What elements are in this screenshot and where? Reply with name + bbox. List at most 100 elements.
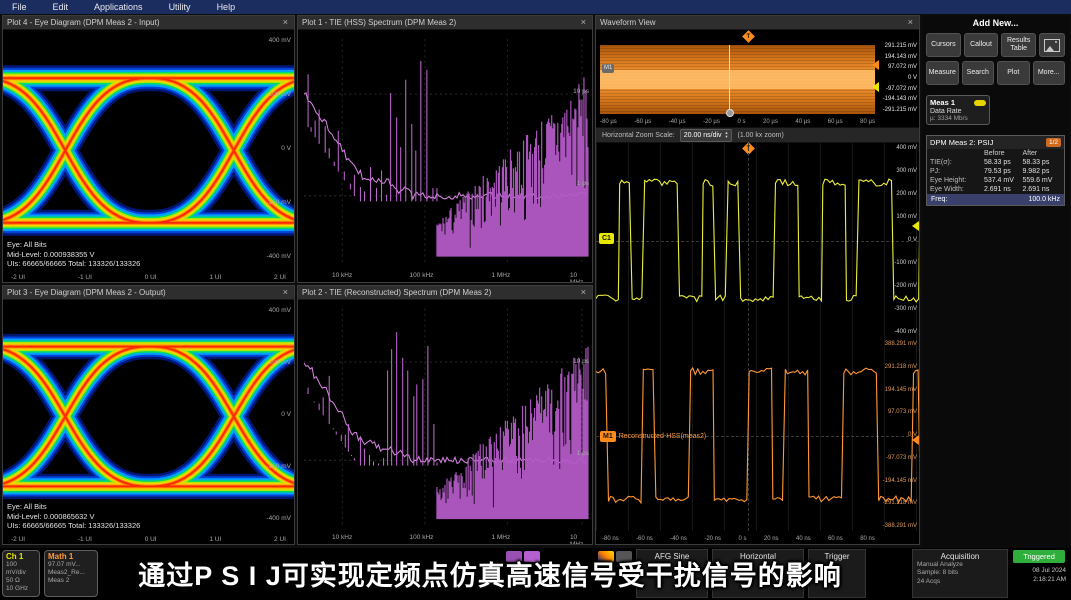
x-tick-label: -2 UI — [11, 275, 25, 282]
time-label: 2:18:21 AM — [1008, 576, 1066, 585]
x-tick-label: 20 µs — [763, 119, 778, 125]
x-tick-label: 2 UI — [274, 537, 286, 544]
x-tick-label: 100 kHz — [410, 534, 434, 541]
horizontal-zoom-bar: Horizontal Zoom Scale: 20.00 ns/div ▲ ▼ … — [596, 127, 919, 143]
menu-help[interactable]: Help — [217, 2, 236, 12]
plot1-header[interactable]: Plot 1 - TIE (HSS) Spectrum (DPM Meas 2)… — [298, 16, 592, 30]
x-tick-label: 10 MHz — [570, 272, 585, 282]
x-tick-label: 2 UI — [274, 275, 286, 282]
channel1-badge[interactable]: Ch 1 100 mV/div50 Ω10 GHz — [2, 550, 40, 597]
overview-source-chip[interactable]: M1 — [602, 64, 614, 73]
x-tick-label: -60 ns — [636, 536, 653, 542]
waveform-view-header[interactable]: Waveform View × — [596, 16, 919, 30]
zoom-slider-knob[interactable] — [726, 109, 734, 117]
trigger-flag-icon[interactable]: T — [742, 30, 755, 43]
x-tick-label: 80 ns — [860, 536, 875, 542]
x-tick-label: 40 ns — [796, 536, 811, 542]
date-label: 08 Jul 2024 — [1008, 567, 1066, 576]
setting-line: Sample: 8 bits — [913, 569, 1007, 577]
setting-line: 97.07 mV... — [48, 561, 94, 569]
plot4-header[interactable]: Plot 4 - Eye Diagram (DPM Meas 2 - Input… — [3, 16, 294, 30]
acquisition-title: Acquisition — [913, 550, 1007, 561]
plot3-header[interactable]: Plot 3 - Eye Diagram (DPM Meas 2 - Outpu… — [3, 286, 294, 300]
callout-button[interactable]: Callout — [964, 33, 999, 57]
menu-edit[interactable]: Edit — [53, 2, 69, 12]
dpm-freq-row[interactable]: Freq: 100.0 kHz — [927, 194, 1064, 205]
results-table-button[interactable]: Results Table — [1001, 33, 1036, 57]
x-tick-label: -60 µs — [634, 119, 651, 125]
x-tick-label: 0 s — [738, 536, 746, 542]
plot1-title: Plot 1 - TIE (HSS) Spectrum (DPM Meas 2) — [302, 18, 456, 27]
waveform-overview: T M1 291.215 mV194.143 mV97.072 mV0 V-97… — [596, 30, 919, 127]
spectrum2-x-axis: 10 kHz100 kHz1 MHz10 MHz — [298, 534, 592, 543]
setting-line: 24 Acqs — [913, 578, 1007, 586]
cursors-button[interactable]: Cursors — [926, 33, 961, 57]
math1-name: Math 1 — [48, 552, 94, 561]
setting-line: Meas2_Re... — [48, 569, 94, 577]
x-tick-label: 0 s — [737, 119, 745, 125]
table-row: TIE(σ): 58.33 ps 58.33 ps — [927, 158, 1064, 167]
zoom-scale-label: Horizontal Zoom Scale: — [602, 132, 675, 139]
x-tick-label: 40 µs — [795, 119, 810, 125]
y-tick-label: 10 ps — [573, 88, 589, 95]
y-tick-label: -97.072 mV — [877, 86, 917, 92]
meas1-source-color — [974, 100, 986, 106]
y-tick-label: -291.215 mV — [877, 107, 917, 113]
zoom-factor-label: (1.00 kx zoom) — [737, 132, 783, 139]
x-tick-label: -40 ns — [670, 536, 687, 542]
close-icon[interactable]: × — [906, 18, 915, 27]
plot3-eye-output-panel: Plot 3 - Eye Diagram (DPM Meas 2 - Outpu… — [2, 285, 295, 545]
close-icon[interactable]: × — [281, 18, 290, 27]
zoom-spinner[interactable]: ▲ ▼ — [725, 131, 729, 139]
plot2-header[interactable]: Plot 2 - TIE (Reconstructed) Spectrum (D… — [298, 286, 592, 300]
acquisition-settings: Manual AnalyzeSample: 8 bits24 Acqs — [913, 561, 1007, 586]
tie-reconstructed-spectrum — [298, 300, 592, 533]
search-button[interactable]: Search — [962, 61, 995, 85]
overview-zoom-region[interactable] — [600, 45, 875, 114]
x-tick-label: -40 µs — [669, 119, 686, 125]
overview-x-axis: -80 µs-60 µs-40 µs-20 µs0 s20 µs40 µs60 … — [600, 119, 875, 125]
close-icon[interactable]: × — [281, 288, 290, 297]
x-tick-label: 60 µs — [828, 119, 843, 125]
close-icon[interactable]: × — [579, 18, 588, 27]
math1-badge[interactable]: Math 1 97.07 mV...Meas2_Re...Meas 2 — [44, 550, 98, 597]
channel1-zone — [596, 143, 919, 338]
setting-line: Manual Analyze — [913, 561, 1007, 569]
math1-source-chip[interactable]: M1 — [600, 431, 616, 442]
freq-value: 100.0 kHz — [1028, 196, 1060, 203]
acquisition-panel[interactable]: Acquisition Manual AnalyzeSample: 8 bits… — [912, 549, 1008, 598]
eye-diagram-output — [3, 300, 294, 533]
dpm-meas2-results[interactable]: DPM Meas 2: PSIJ 1/2 Before After TIE(σ)… — [926, 135, 1065, 206]
channel1-settings: 100 mV/div50 Ω10 GHz — [6, 561, 36, 594]
add-new-title: Add New... — [922, 15, 1069, 33]
right-sidebar: Add New... Cursors Callout Results Table… — [922, 15, 1069, 548]
menu-utility[interactable]: Utility — [169, 2, 191, 12]
more-button[interactable]: More... — [1033, 61, 1066, 85]
col-before: Before — [984, 150, 1023, 157]
triggered-status-badge: Triggered — [1013, 550, 1065, 563]
x-tick-label: 80 µs — [860, 119, 875, 125]
x-tick-label: 60 ns — [828, 536, 843, 542]
measure-button[interactable]: Measure — [926, 61, 959, 85]
channel1-source-chip[interactable]: C1 — [599, 233, 614, 244]
x-tick-label: 1 MHz — [491, 272, 510, 279]
overview-orange-marker-icon[interactable] — [872, 60, 879, 70]
menu-applications[interactable]: Applications — [94, 2, 143, 12]
channel1-level-marker-icon[interactable] — [912, 221, 919, 231]
x-tick-label: 1 MHz — [491, 534, 510, 541]
menu-file[interactable]: File — [12, 2, 27, 12]
y-tick-label: 1 ps — [577, 450, 589, 457]
close-icon[interactable]: × — [579, 288, 588, 297]
meas1-badge[interactable]: Meas 1 Data Rate µ: 3334 Mb/s — [926, 95, 990, 125]
plot-button[interactable]: Plot — [997, 61, 1030, 85]
y-tick-label: 291.215 mV — [877, 43, 917, 49]
y-tick-label: 10 ps — [573, 358, 589, 365]
zoom-scale-value[interactable]: 20.00 ns/div ▲ ▼ — [680, 129, 733, 142]
x-tick-label: 0 UI — [145, 275, 157, 282]
zoom-position-slider[interactable] — [729, 45, 730, 114]
col-after: After — [1022, 150, 1061, 157]
screen-capture-button[interactable] — [1039, 33, 1065, 57]
math1-level-marker-icon[interactable] — [912, 435, 919, 445]
overview-yellow-marker-icon[interactable] — [872, 82, 879, 92]
zoomed-waveform-area: T C1 M1 Reconstructed-HSS(meas2) 400 mV3… — [596, 143, 919, 531]
